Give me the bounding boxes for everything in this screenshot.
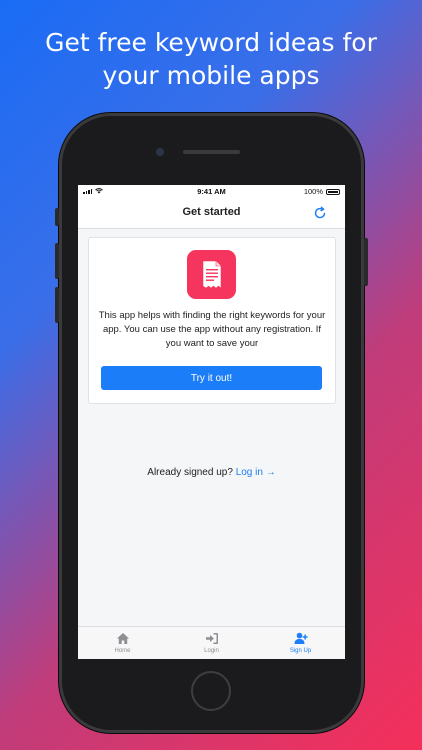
login-icon [205,633,218,644]
volume-up-button [55,243,59,279]
tab-home[interactable]: Home [78,627,167,659]
app-screen: 9:41 AM 100% Get started This app helps … [78,185,345,659]
signup-prompt-text: Already signed up? [147,467,233,478]
tab-bar: Home Login Sign Up [78,626,345,659]
signup-prompt: Already signed up? Log in → [78,467,345,478]
document-icon [202,260,222,289]
battery-icon [326,188,340,195]
login-link[interactable]: Log in → [236,467,276,478]
earpiece-speaker [183,150,240,154]
home-button[interactable] [191,671,231,711]
refresh-icon[interactable] [313,206,327,220]
mute-switch [55,208,59,226]
status-bar: 9:41 AM 100% [78,185,345,198]
tab-login[interactable]: Login [167,627,256,659]
user-plus-icon [294,632,308,644]
intro-text: This app helps with finding the right ke… [98,310,326,349]
page-title: Get started [182,206,241,218]
headline-line-2: your mobile apps [102,61,320,90]
try-it-out-button[interactable]: Try it out! [101,366,322,390]
front-camera [156,148,164,156]
home-icon [116,633,129,644]
tab-sign-up[interactable]: Sign Up [256,627,345,659]
power-button [364,238,368,286]
headline-line-1: Get free keyword ideas for [45,28,377,57]
app-icon [187,250,236,299]
headline: Get free keyword ideas for your mobile a… [0,26,422,92]
tab-login-label: Login [204,648,219,654]
intro-card: This app helps with finding the right ke… [88,237,336,404]
navigation-bar: Get started [78,198,345,229]
volume-down-button [55,287,59,323]
tab-sign-up-label: Sign Up [289,648,312,654]
battery-percent: 100% [303,187,323,196]
tab-home-label: Home [114,648,131,654]
